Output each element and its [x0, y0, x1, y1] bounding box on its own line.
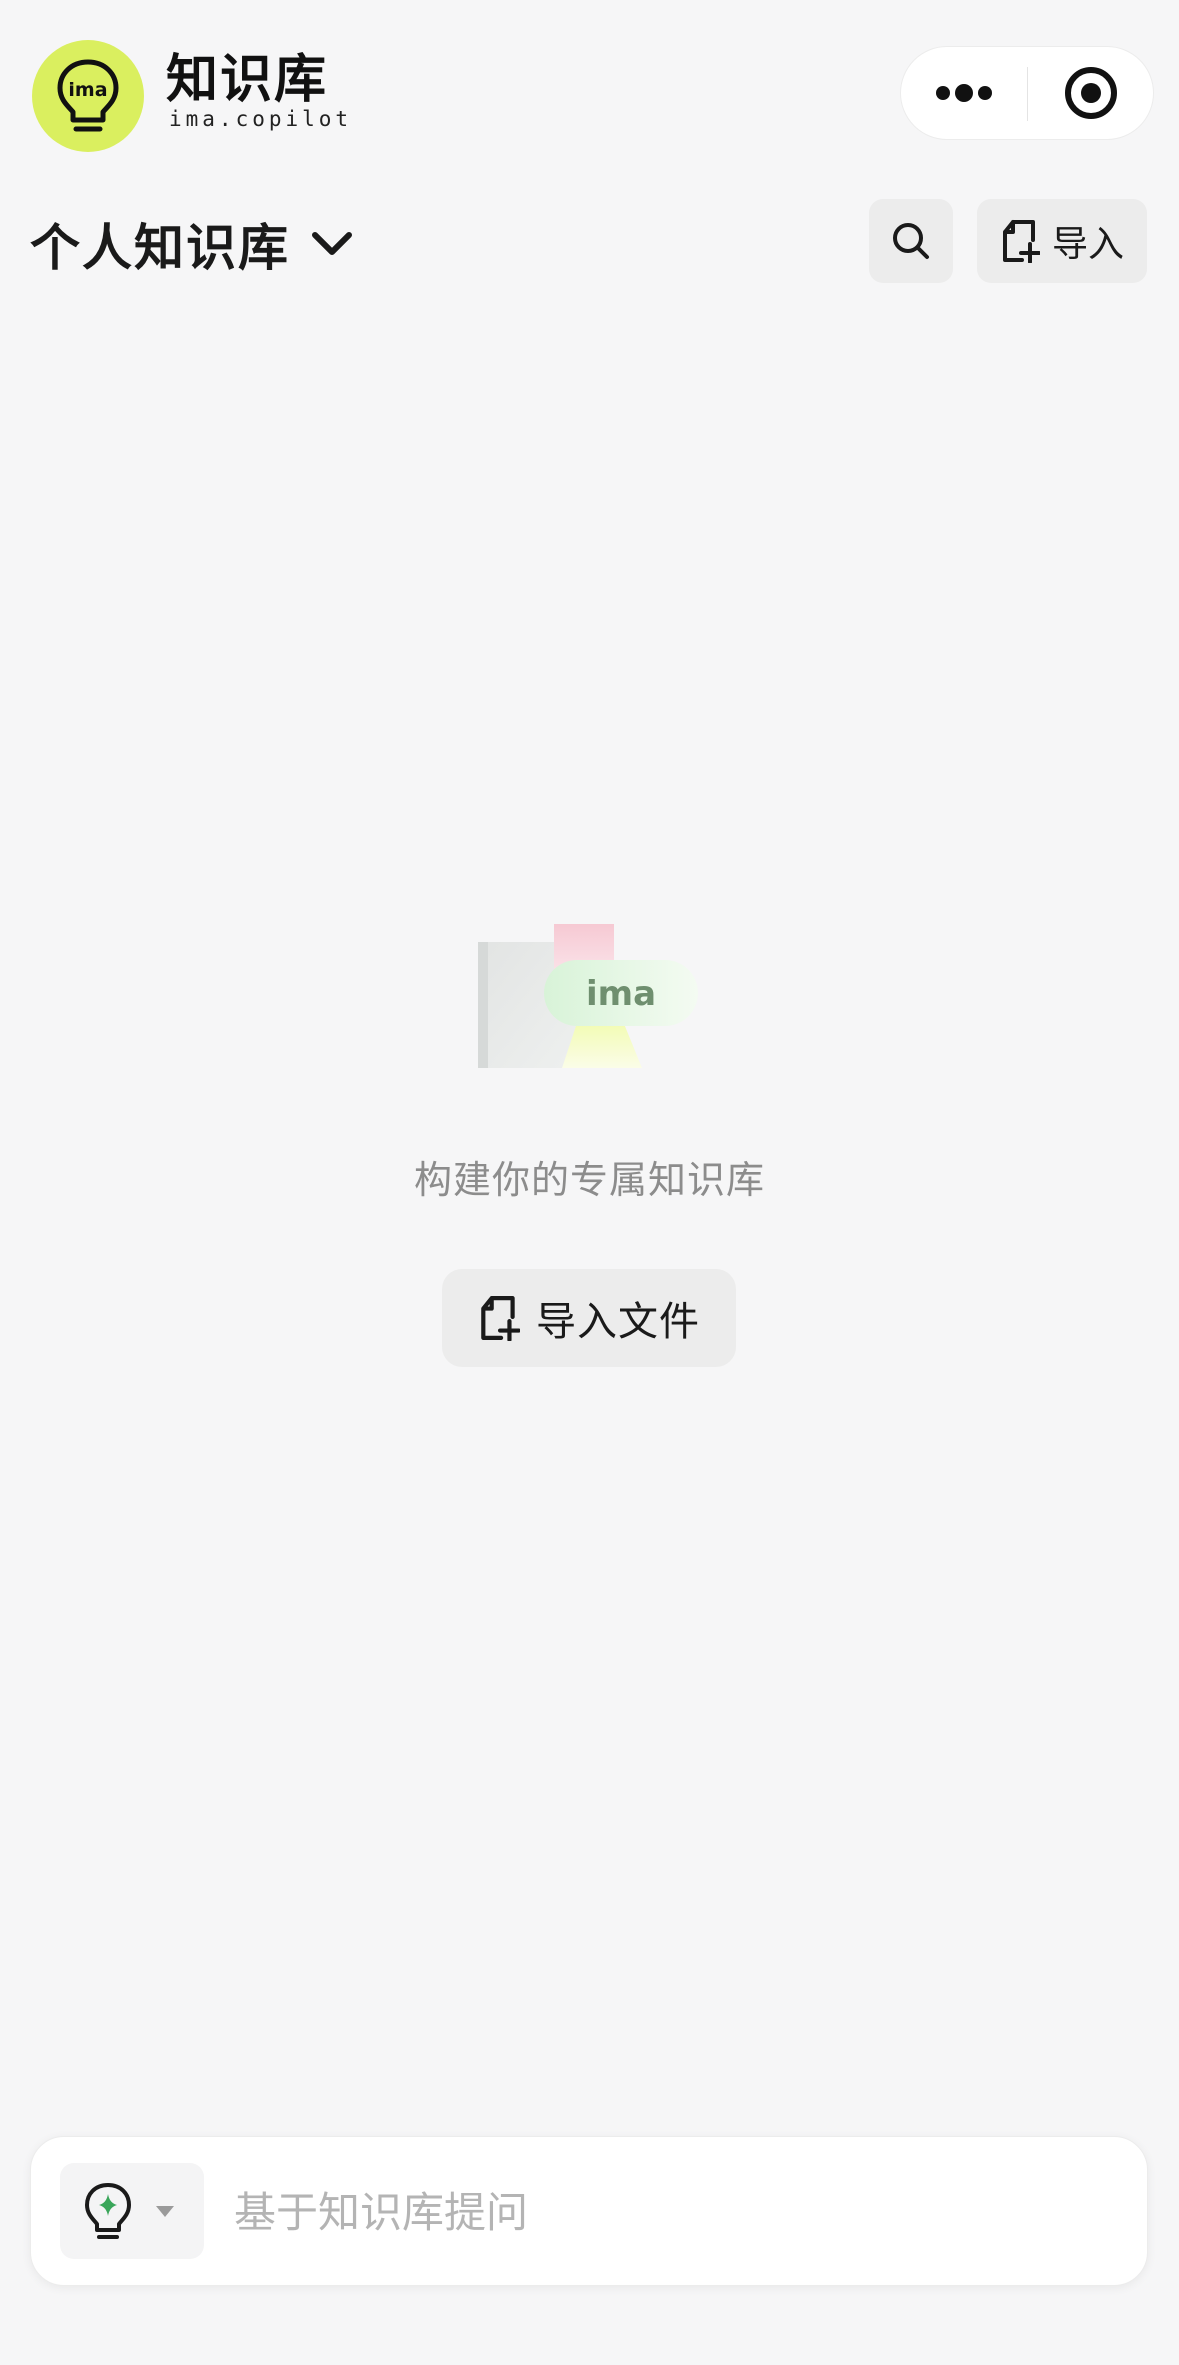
kb-name: 个人知识库 — [30, 219, 290, 277]
import-button-label: 导入 — [1051, 224, 1124, 265]
app-logo: ima — [32, 40, 144, 152]
chevron-down-icon — [310, 229, 354, 259]
file-add-icon — [481, 1296, 520, 1341]
import-file-button[interactable]: 导入文件 — [442, 1269, 736, 1367]
more-button[interactable] — [901, 47, 1027, 139]
ask-input[interactable] — [231, 2167, 1114, 2257]
lightbulb-sparkle-icon — [85, 2183, 131, 2239]
target-circle-icon — [1065, 67, 1117, 119]
file-add-icon — [1002, 220, 1040, 263]
caret-down-icon — [156, 2206, 174, 2217]
app-subtitle: ima.copilot — [169, 107, 353, 131]
search-button[interactable] — [869, 199, 953, 283]
empty-state-message: 构建你的专属知识库 — [413, 1158, 765, 1202]
empty-state-illustration: ima — [476, 922, 702, 1074]
search-icon — [893, 223, 929, 259]
import-file-button-label: 导入文件 — [536, 1299, 700, 1345]
app-title: 知识库 — [166, 50, 329, 110]
logo-text: ima — [68, 79, 107, 101]
mini-program-capsule — [900, 46, 1154, 140]
close-button[interactable] — [1028, 47, 1154, 139]
model-picker-button[interactable] — [60, 2163, 204, 2259]
import-button[interactable]: 导入 — [977, 199, 1147, 283]
kb-selector-dropdown[interactable]: 个人知识库 — [30, 200, 354, 288]
more-dots-icon — [936, 84, 992, 102]
illustration-text: ima — [586, 974, 656, 1014]
ask-bar — [30, 2136, 1148, 2286]
lightbulb-logo-icon: ima — [57, 59, 119, 132]
knowledge-base-page: ima 知识库 ima.copilot 个人知识库 导入 ima 构建你的专属知… — [0, 0, 1179, 2365]
